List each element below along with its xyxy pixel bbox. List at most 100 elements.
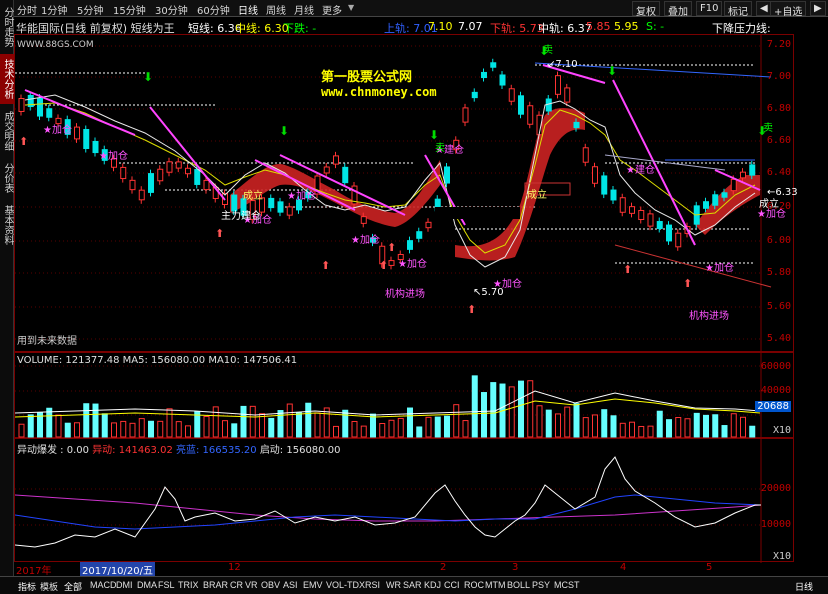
candle	[342, 166, 349, 184]
tf-weekly[interactable]: 周线	[266, 2, 286, 17]
volume-bar	[573, 403, 580, 438]
candle	[582, 147, 589, 163]
tab-mcst[interactable]: MCST	[554, 580, 580, 590]
candle	[148, 173, 154, 193]
volume-bar	[370, 413, 376, 438]
tab-price-table[interactable]: 分价表	[0, 158, 14, 198]
volume-bar	[721, 425, 728, 438]
volume-bar	[268, 417, 275, 438]
price-panel[interactable]: ⬇ ⬇ ⬇ ⬇ ⬇ ⬇ ⬆ ⬆ ⬆ ⬆ ⬆ ⬆ ⬆ ⬆ 第一股票公式网 www.…	[14, 34, 798, 353]
restore-button[interactable]: 复权	[632, 1, 660, 18]
tab-brar[interactable]: BRAR	[203, 580, 228, 590]
volume-bar	[360, 425, 367, 438]
tf-30min[interactable]: 30分钟	[155, 2, 188, 17]
abnormal-panel[interactable]: 异动爆发 : 0.00 异动: 141463.02 亮蓝: 166535.20 …	[14, 438, 794, 563]
tab-boll[interactable]: BOLL	[507, 580, 530, 590]
tf-1min[interactable]: 1分钟	[41, 2, 67, 17]
mark-button[interactable]: 标记	[724, 1, 752, 18]
tab-sar[interactable]: SAR	[403, 580, 422, 590]
volume-bar	[92, 403, 99, 438]
volume-bar	[388, 419, 395, 438]
s-value: S: -	[646, 20, 665, 33]
candle	[333, 155, 339, 165]
candle	[444, 166, 450, 184]
tab-cr[interactable]: CR	[230, 580, 243, 590]
volume-bar	[434, 416, 441, 438]
next-icon[interactable]: ▶	[810, 1, 826, 16]
future-data-notice: 用到未来数据	[17, 336, 77, 347]
overlay-button[interactable]: 叠加	[664, 1, 692, 18]
volume-bar	[712, 414, 719, 438]
watermark-url: www.chnmoney.com	[321, 85, 437, 99]
chevron-down-icon[interactable]: ▼	[348, 3, 354, 12]
annotation-add: ★加仓	[351, 235, 380, 246]
candle	[185, 167, 191, 175]
tf-monthly[interactable]: 月线	[294, 2, 314, 17]
volume-bar	[222, 420, 228, 438]
tf-60min[interactable]: 60分钟	[197, 2, 230, 17]
tab-trix[interactable]: TRIX	[178, 580, 199, 590]
tf-more[interactable]: 更多	[322, 2, 342, 17]
volume-bar	[425, 416, 432, 438]
volume-bar	[212, 406, 219, 438]
volume-axis: 60000 40000 20000 X10	[760, 361, 791, 436]
tab-technical[interactable]: 技术分析	[0, 54, 14, 104]
x-axis-month: 3	[512, 562, 519, 573]
tab-asi[interactable]: ASI	[283, 580, 298, 590]
candle	[490, 62, 497, 68]
volume-bar	[27, 414, 34, 438]
tab-fsl[interactable]: FSL	[158, 580, 175, 590]
add-watchlist-button[interactable]: +自选	[770, 1, 807, 18]
tf-5min[interactable]: 5分钟	[77, 2, 103, 17]
tab-indicator[interactable]: 指标	[18, 580, 36, 593]
candle	[471, 91, 478, 99]
tab-emv[interactable]: EMV	[303, 580, 323, 590]
price-low-label: ↖5.70	[473, 287, 504, 298]
tf-intraday[interactable]: 分时	[17, 2, 37, 17]
candle	[721, 192, 728, 198]
candle	[46, 108, 53, 118]
volume-bar	[157, 420, 164, 438]
candle	[638, 209, 645, 221]
candle	[619, 197, 626, 213]
tab-transactions[interactable]: 成交明细	[0, 106, 14, 156]
candle	[629, 206, 635, 214]
tab-wr[interactable]: WR	[386, 580, 401, 590]
tab-dmi[interactable]: DMI	[116, 580, 133, 590]
tab-macd[interactable]: MACD	[90, 580, 117, 590]
tab-mtm[interactable]: MTM	[485, 580, 506, 590]
f10-button[interactable]: F10	[696, 1, 723, 16]
tf-15min[interactable]: 15分钟	[113, 2, 146, 17]
tf-daily[interactable]: 日线	[238, 2, 258, 17]
tab-intraday[interactable]: 分时走势	[0, 2, 14, 52]
tab-psy[interactable]: PSY	[532, 580, 550, 590]
volume-bar	[333, 425, 339, 438]
volume-bar	[656, 410, 663, 438]
candle	[527, 105, 534, 125]
buy-arrow-icon: ⬆	[683, 277, 692, 290]
x-axis-month: 5	[706, 562, 713, 573]
tab-vr[interactable]: VR	[245, 580, 258, 590]
candle	[601, 175, 608, 195]
tab-vol-tdx[interactable]: VOL-TDX	[326, 580, 365, 590]
tab-all[interactable]: 全部	[64, 580, 82, 593]
tab-cci[interactable]: CCI	[444, 580, 460, 590]
tab-roc[interactable]: ROC	[464, 580, 484, 590]
period-label[interactable]: 日线	[795, 580, 813, 593]
volume-bar	[490, 382, 497, 438]
volume-bar	[407, 407, 413, 438]
tab-fundamentals[interactable]: 基本资料	[0, 200, 14, 250]
candle	[666, 224, 672, 242]
volume-panel[interactable]: VOLUME: 121377.48 MA5: 156080.00 MA10: 1…	[14, 352, 794, 439]
left-tab-bar: 分时走势 技术分析 成交明细 分价表 基本资料	[0, 0, 14, 594]
tab-rsi[interactable]: RSI	[365, 580, 380, 590]
candle	[175, 161, 182, 169]
value-707: 7.07	[458, 20, 483, 33]
sell-arrow-icon: ⬇	[143, 70, 153, 84]
tab-kdj[interactable]: KDJ	[424, 580, 441, 590]
tab-obv[interactable]: OBV	[261, 580, 280, 590]
tab-dma[interactable]: DMA	[137, 580, 157, 590]
abnormal-axis: 20000 10000 X10	[760, 483, 791, 562]
tab-template[interactable]: 模板	[40, 580, 58, 593]
candle	[656, 221, 663, 229]
